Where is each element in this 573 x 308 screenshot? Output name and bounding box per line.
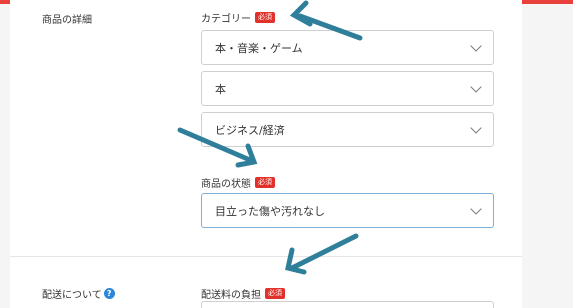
arrow-icon-category — [289, 0, 363, 41]
annotation-arrows — [177, 0, 363, 275]
arrow-icon-shipping — [285, 233, 359, 275]
arrow-icon-condition — [177, 127, 258, 168]
